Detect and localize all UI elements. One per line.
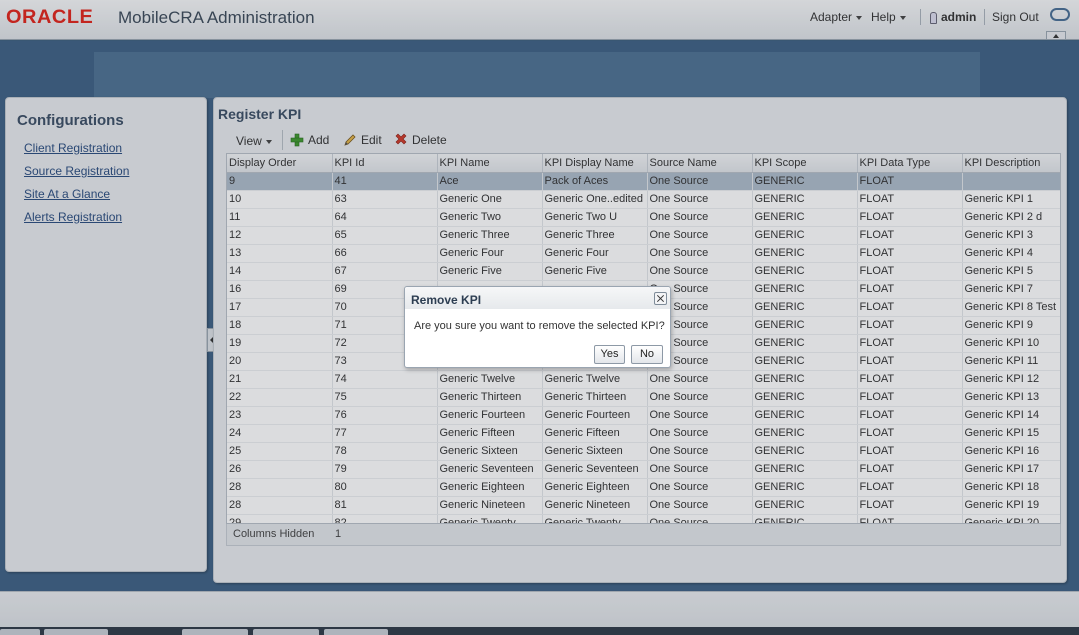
dialog-message: Are you sure you want to remove the sele… [414, 320, 665, 332]
no-button[interactable]: No [631, 345, 663, 364]
dialog-title: Remove KPI [411, 293, 482, 307]
remove-kpi-dialog: Remove KPI Are you sure you want to remo… [404, 286, 671, 368]
close-icon[interactable] [654, 292, 667, 305]
yes-button[interactable]: Yes [594, 345, 625, 364]
dialog-header: Remove KPI [405, 287, 670, 309]
